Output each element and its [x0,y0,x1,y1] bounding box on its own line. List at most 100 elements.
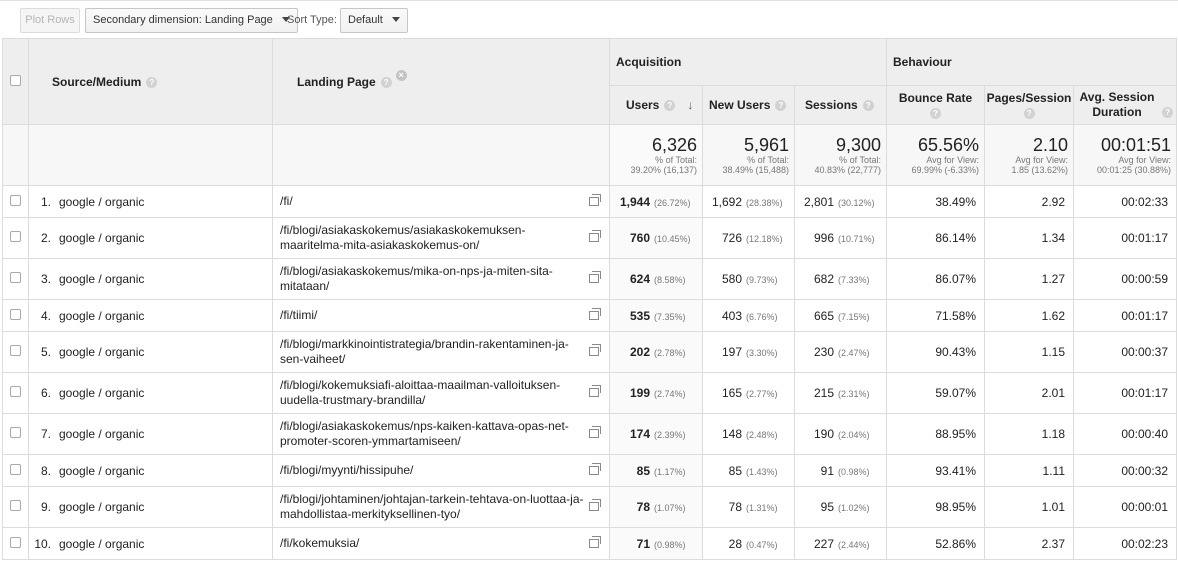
header-landing-page[interactable]: Landing Page ?× [272,38,610,125]
help-icon[interactable]: ? [664,100,676,112]
source-medium-link[interactable]: google / organic [59,195,144,209]
header-users[interactable]: Users? ↓ [609,85,703,125]
new-users-percent: (28.38%) [746,197,783,208]
open-external-icon[interactable] [589,426,601,438]
source-medium-link[interactable]: google / organic [59,537,144,551]
pages-session-value: 1.62 [1041,308,1066,323]
bounce-rate-value: 98.95% [935,500,977,514]
help-icon[interactable]: ? [146,76,158,88]
landing-page-link[interactable]: /fi/kokemuksia/ [280,536,359,550]
open-external-icon[interactable] [589,462,601,475]
new-users-value: 165 [721,386,742,400]
row-checkbox[interactable] [10,345,21,356]
pages-session-cell: 1.18 [984,413,1075,455]
source-medium-link[interactable]: google / organic [59,272,144,286]
source-medium-link[interactable]: google / organic [59,309,144,323]
table-row: 8. google / organic /fi/blogi/myynti/hiss… [2,454,1178,487]
sessions-value: 190 [813,427,835,441]
help-icon[interactable]: ? [862,100,874,112]
header-avg-session-duration[interactable]: Avg. Session Duration? [1073,85,1178,125]
landing-page-cell: /fi/kokemuksia/ [272,527,610,560]
row-checkbox[interactable] [10,308,21,320]
avg-session-duration-cell: 00:02:23 [1073,527,1178,560]
source-medium-cell: 3. google / organic [28,258,273,300]
open-external-icon[interactable] [589,499,601,511]
pages-session-cell: 1.34 [984,217,1075,259]
row-checkbox[interactable] [10,194,21,206]
bounce-rate-cell: 93.41% [886,454,986,487]
avg-session-duration-cell: 00:01:17 [1073,372,1178,414]
users-percent: (2.39%) [654,430,686,440]
help-icon[interactable]: ? [1023,108,1035,120]
select-all-cell [2,38,29,125]
help-icon[interactable]: ? [380,76,392,88]
header-pages-session[interactable]: Pages/Session? [984,85,1075,125]
source-medium-link[interactable]: google / organic [59,386,144,400]
row-index: 6. [40,386,51,400]
landing-page-link[interactable]: /fi/blogi/johtaminen/johtajan-tarkein-te… [280,492,584,521]
open-external-icon[interactable] [589,385,601,397]
row-checkbox[interactable] [10,463,21,475]
source-medium-cell: 1. google / organic [28,185,273,218]
bounce-rate-value: 52.86% [935,536,977,551]
new-users-value: 78 [728,500,742,514]
users-value: 624 [629,272,650,286]
avg-session-duration-value: 00:00:59 [1121,272,1169,286]
header-new-users[interactable]: New Users? [702,85,795,125]
header-source-medium[interactable]: Source/Medium? [28,38,273,125]
secondary-dimension-dropdown[interactable]: Secondary dimension: Landing Page [85,8,298,33]
remove-dimension-icon[interactable]: × [395,69,407,81]
new-users-percent: (1.31%) [746,503,778,513]
users-percent: (0.98%) [654,539,686,550]
row-checkbox[interactable] [10,536,21,548]
source-medium-link[interactable]: google / organic [59,345,144,359]
open-external-icon[interactable] [589,271,601,283]
row-checkbox[interactable] [10,386,21,397]
row-checkbox[interactable] [10,500,21,511]
landing-page-link[interactable]: /fi/blogi/myynti/hissipuhe/ [280,463,413,477]
landing-page-link[interactable]: /fi/blogi/asiakaskokemus/mika-on-nps-ja-… [280,264,553,293]
users-cell: 1,944 (26.72%) [609,185,703,218]
row-checkbox[interactable] [10,427,21,438]
sort-type-dropdown[interactable]: Default [340,8,408,33]
help-icon[interactable]: ? [775,100,787,112]
new-users-cell: 1,692 (28.38%) [702,185,795,218]
open-external-icon[interactable] [589,193,601,206]
source-medium-link[interactable]: google / organic [59,464,144,478]
sessions-cell: 227 (2.44%) [793,527,888,560]
sessions-cell: 665 (7.15%) [793,299,888,332]
open-external-icon[interactable] [589,307,601,320]
sessions-value: 91 [820,463,835,478]
help-icon[interactable]: ? [930,108,942,120]
landing-page-link[interactable]: /fi/blogi/asiakaskokemus/asiakaskokemuks… [280,223,525,252]
sessions-cell: 95 (1.02%) [793,486,888,528]
landing-page-link[interactable]: /fi/tiimi/ [280,308,317,322]
select-all-checkbox[interactable] [10,74,21,86]
landing-page-link[interactable]: /fi/blogi/asiakaskokemus/nps-kaiken-katt… [280,419,569,448]
row-checkbox[interactable] [10,272,21,283]
sessions-percent: (2.44%) [838,539,870,550]
bounce-rate-cell: 86.14% [886,217,986,259]
total-users-value: 6,326 [651,135,697,155]
source-medium-cell: 9. google / organic [28,486,273,528]
open-external-icon[interactable] [589,535,601,548]
row-checkbox[interactable] [10,231,21,242]
source-medium-link[interactable]: google / organic [59,427,144,441]
landing-page-link[interactable]: /fi/blogi/kokemuksiafi-aloittaa-maailman… [280,378,560,407]
header-sessions[interactable]: Sessions? [793,85,888,125]
landing-page-cell: /fi/tiimi/ [272,299,610,332]
row-index: 7. [40,427,51,441]
table-row: 2. google / organic /fi/blogi/asiakaskoke… [2,217,1178,259]
avg-session-duration-value: 00:00:37 [1121,345,1169,359]
source-medium-link[interactable]: google / organic [59,500,144,514]
help-icon[interactable]: ? [1162,107,1174,119]
landing-page-link[interactable]: /fi/ [280,194,293,208]
open-external-icon[interactable] [589,230,601,242]
plot-rows-button[interactable]: Plot Rows [20,8,80,33]
sessions-percent: (2.04%) [838,430,870,440]
open-external-icon[interactable] [589,344,601,356]
header-bounce-rate[interactable]: Bounce Rate? [886,85,986,125]
landing-page-link[interactable]: /fi/blogi/markkinointistrategia/brandin-… [280,337,569,366]
users-value: 85 [636,463,650,478]
source-medium-link[interactable]: google / organic [59,231,144,245]
